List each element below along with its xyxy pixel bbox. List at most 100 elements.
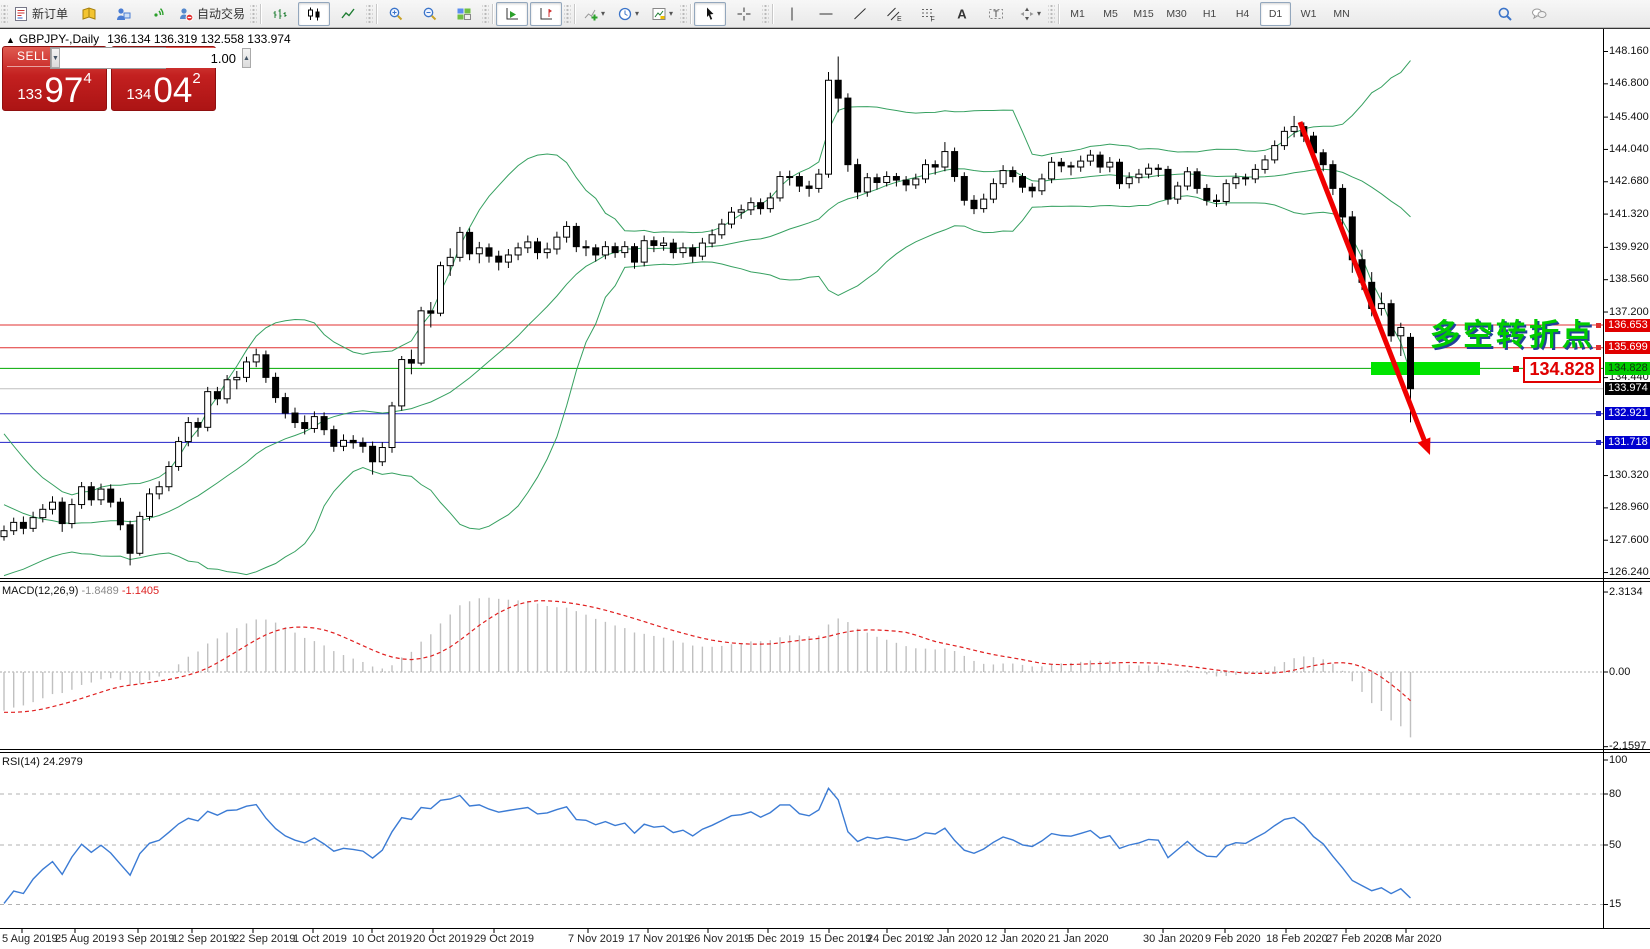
toolbar-search-button[interactable] — [1489, 2, 1521, 26]
timeframe-tf-m30-button[interactable]: M30 — [1161, 2, 1192, 26]
price-axis-tick-label: 137.200 — [1609, 305, 1649, 318]
candles-icon — [306, 6, 322, 22]
toolbar-candlestick-mode-button[interactable] — [298, 1, 331, 26]
timeframe-tf-d1-button[interactable]: D1 — [1260, 1, 1292, 26]
chat-icon — [1531, 6, 1547, 22]
line-handle[interactable] — [1596, 345, 1601, 351]
zoom-out-icon — [422, 6, 438, 22]
timeframe-tf-w1-button[interactable]: W1 — [1293, 2, 1324, 26]
toolbar-chat-button[interactable] — [1523, 2, 1555, 26]
toolbar-equidistant-channel-button[interactable]: E — [878, 2, 910, 26]
toolbar-fibonacci-button[interactable]: F — [912, 2, 944, 26]
template-icon — [651, 6, 667, 22]
timeframe-tf-m1-button[interactable]: M1 — [1062, 2, 1093, 26]
timeframe-tf-m15-button[interactable]: M15 — [1128, 2, 1159, 26]
zoom-in-icon — [388, 6, 404, 22]
date-axis-label: 29 Oct 2019 — [474, 933, 534, 945]
toolbar-grip — [1048, 4, 1056, 23]
toolbar-crosshair-button[interactable] — [728, 2, 760, 26]
button-label: MN — [1333, 7, 1350, 20]
timeframe-tf-mn-button[interactable]: MN — [1326, 2, 1357, 26]
button-label: D1 — [1268, 7, 1283, 20]
toolbar-templates-button[interactable]: ▾ — [646, 2, 678, 26]
callout-anchor-handle[interactable] — [1513, 366, 1519, 372]
line-handle[interactable] — [1596, 322, 1601, 328]
price-marker-label: 131.718 — [1605, 435, 1650, 449]
chevron-down-icon[interactable]: ▾ — [1037, 9, 1041, 18]
crosshair-icon — [736, 6, 752, 22]
line-handle[interactable] — [1596, 411, 1601, 417]
hline-icon — [818, 6, 834, 22]
date-axis-label: 27 Feb 2020 — [1326, 933, 1388, 945]
toolbar-line-chart-mode-button[interactable] — [332, 2, 364, 26]
price-callout-box[interactable]: 134.828 — [1523, 357, 1601, 383]
chevron-down-icon[interactable]: ▾ — [669, 9, 673, 18]
volume-increase-button[interactable]: ▲ — [241, 48, 251, 68]
toolbar-horizontal-line-button[interactable] — [810, 2, 842, 26]
toolbar-separator — [574, 3, 576, 24]
price-axis-tick-label: 146.800 — [1609, 77, 1649, 90]
toolbar-separator — [1058, 3, 1060, 24]
toolbar-text-button[interactable]: A — [946, 2, 978, 26]
toolbar-cursor-button[interactable] — [694, 1, 727, 26]
price-axis-tick-label: 126.240 — [1609, 566, 1649, 579]
one-click-trading-panel: SELL 133 97 4 BUY 134 04 2 ▼ ▲ — [2, 46, 251, 111]
toolbar-tile-windows-button[interactable] — [448, 2, 480, 26]
clock-icon — [617, 6, 633, 22]
buy-price: 134 04 2 — [126, 70, 201, 110]
toolbar-strategy-tester-button[interactable] — [107, 2, 139, 26]
button-label: M15 — [1133, 7, 1154, 20]
toolbar-indicators-button[interactable]: ▾ — [578, 2, 610, 26]
date-axis-label: 3 Sep 2019 — [118, 933, 175, 945]
date-axis-label: 15 Dec 2019 — [809, 933, 872, 945]
toolbar-text-label-button[interactable]: T — [980, 2, 1012, 26]
book-icon — [81, 6, 97, 22]
toolbar-vertical-line-button[interactable] — [776, 2, 808, 26]
robot-icon — [178, 6, 194, 22]
toolbar-history-center-button[interactable] — [73, 2, 105, 26]
toolbar-trendline-button[interactable] — [844, 2, 876, 26]
chart-title: ▲ GBPJPY-,Daily 136.134 136.319 132.558 13… — [6, 32, 291, 46]
toolbar-periods-button[interactable]: ▾ — [612, 2, 644, 26]
toolbar-zoom-in-button[interactable] — [380, 2, 412, 26]
price-axis-tick-label: 141.320 — [1609, 207, 1649, 220]
toolbar-arrow-objects-button[interactable]: ▾ — [1014, 2, 1046, 26]
autoscroll-icon — [504, 6, 520, 22]
price-marker-label: 136.653 — [1605, 318, 1650, 332]
volume-decrease-button[interactable]: ▼ — [51, 48, 60, 68]
sell-price: 133 97 4 — [17, 70, 92, 110]
price-axis-tick-label: 144.040 — [1609, 142, 1649, 155]
rsi-axis-tick-label: 15 — [1609, 898, 1622, 910]
toolbar-bar-chart-mode-button[interactable] — [264, 2, 296, 26]
toolbar-separator — [772, 3, 774, 24]
toolbar-signals-button[interactable] — [141, 2, 173, 26]
rsi-indicator-label: RSI(14) 24.2979 — [2, 756, 83, 768]
oct-collapse-arrow[interactable]: ▲ — [6, 35, 15, 45]
text-a-icon: A — [954, 6, 970, 22]
macd-axis-tick-label: 0.00 — [1609, 665, 1631, 678]
rsi-axis-tick-label: 50 — [1609, 838, 1622, 851]
timeframe-tf-h4-button[interactable]: H4 — [1227, 2, 1258, 26]
timeframe-tf-m5-button[interactable]: M5 — [1095, 2, 1126, 26]
button-label: W1 — [1300, 7, 1317, 20]
price-axis-tick-label: 142.680 — [1609, 175, 1649, 188]
date-axis-label: 2 Jan 2020 — [928, 933, 983, 945]
toolbar-new-order-button[interactable]: 新订单 — [10, 2, 71, 26]
chevron-down-icon[interactable]: ▾ — [635, 9, 639, 18]
toolbar-grip — [1, 4, 8, 23]
toolbar-zoom-out-button[interactable] — [414, 2, 446, 26]
price-marker-label: 133.974 — [1605, 382, 1650, 396]
search-icon — [1497, 6, 1513, 22]
chevron-down-icon[interactable]: ▾ — [601, 9, 605, 18]
line-handle[interactable] — [1596, 439, 1601, 445]
toolbar-auto-trading-button[interactable]: 自动交易 — [175, 2, 248, 26]
toolbar-chart-shift-button[interactable] — [530, 1, 563, 26]
price-axis-tick-label: 128.960 — [1609, 501, 1649, 514]
date-axis-label: 18 Feb 2020 — [1266, 933, 1328, 945]
chart-canvas[interactable] — [0, 0, 1650, 949]
toolbar-auto-scroll-button[interactable] — [496, 1, 529, 26]
timeframe-tf-h1-button[interactable]: H1 — [1194, 2, 1225, 26]
grid-icon — [456, 6, 472, 22]
person-icon — [115, 6, 131, 22]
volume-input[interactable] — [59, 48, 242, 68]
